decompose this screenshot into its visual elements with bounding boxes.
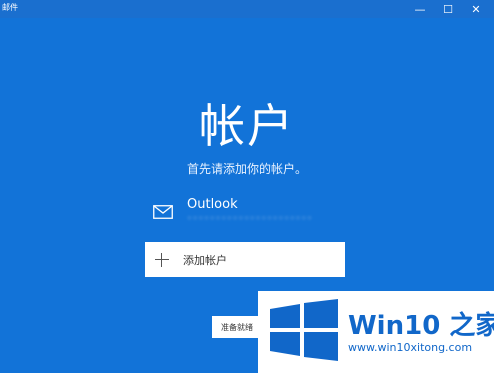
windows-logo-icon: [270, 299, 338, 361]
add-account-label: 添加帐户: [183, 253, 227, 267]
watermark-title: Win10 之家: [348, 311, 494, 341]
minimize-button[interactable]: —: [406, 0, 434, 18]
plus-icon: [155, 252, 169, 267]
ready-button[interactable]: 准备就绪: [212, 316, 262, 338]
account-email: ••••••••••••••••••••••: [187, 214, 313, 223]
account-item-outlook[interactable]: Outlook ••••••••••••••••••••••: [153, 195, 353, 231]
page-subtitle: 首先请添加你的帐户。: [186, 162, 307, 176]
page-title: 帐户: [199, 99, 295, 153]
add-account-button[interactable]: 添加帐户: [145, 242, 345, 277]
maximize-button[interactable]: ☐: [434, 0, 462, 18]
title-bar: 邮件 — ☐ ✕: [0, 0, 494, 18]
watermark: Win10 之家 www.win10xitong.com: [258, 291, 494, 373]
account-name: Outlook: [187, 197, 238, 212]
app-title: 邮件: [2, 3, 18, 12]
mail-icon: [153, 205, 173, 219]
close-button[interactable]: ✕: [462, 0, 490, 18]
watermark-url: www.win10xitong.com: [348, 341, 473, 354]
